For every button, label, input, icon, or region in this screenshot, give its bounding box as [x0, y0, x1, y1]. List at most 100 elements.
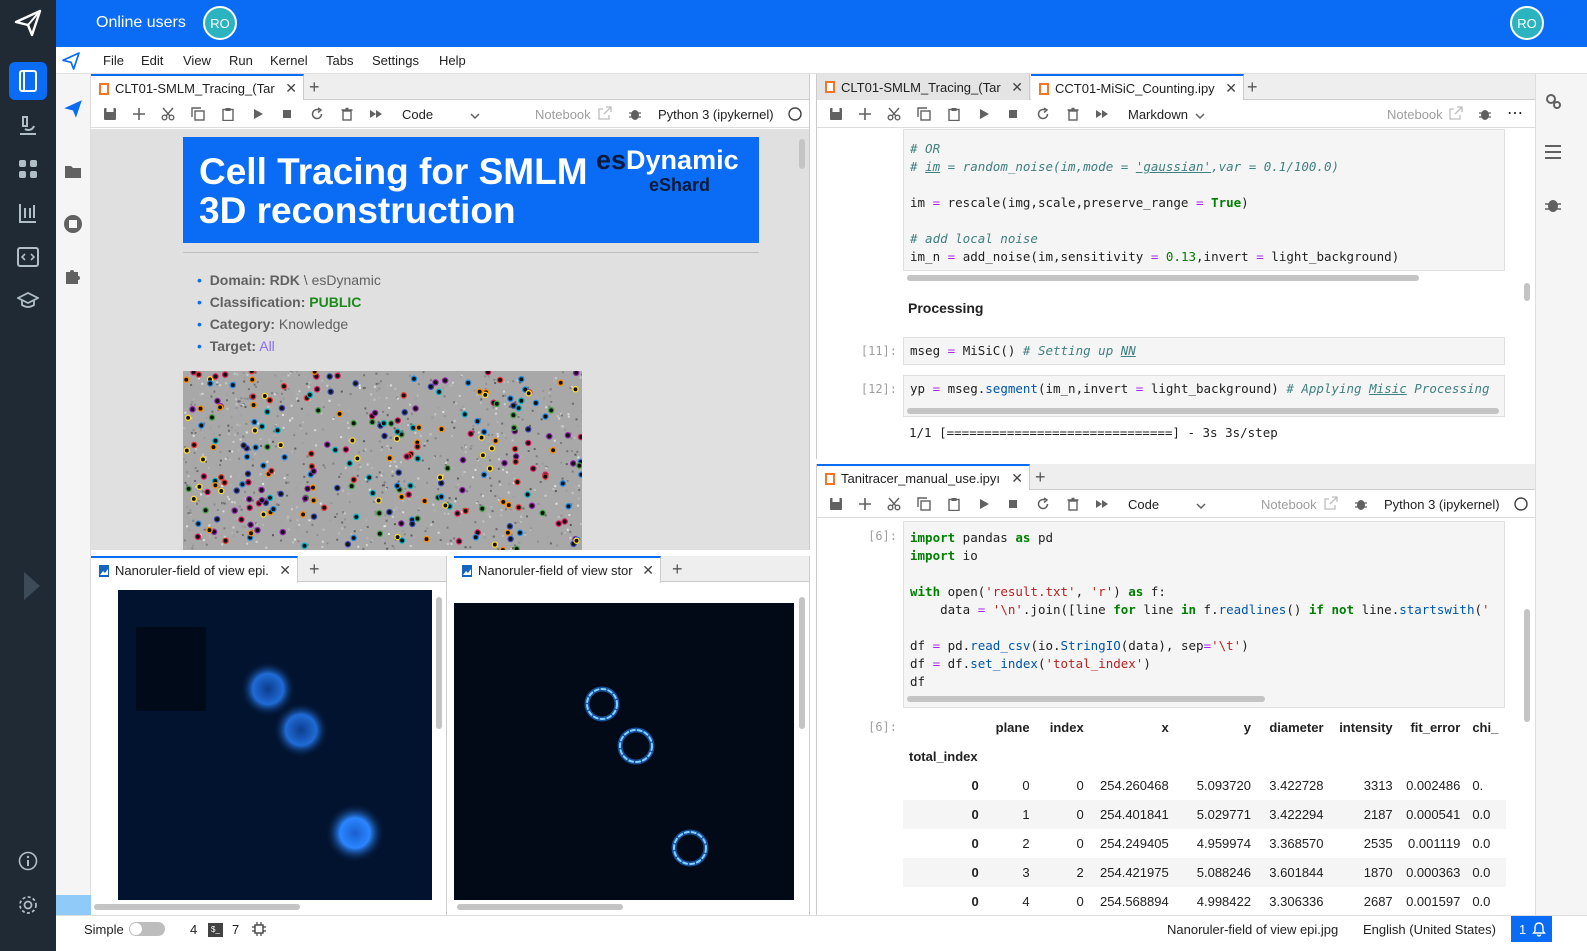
notebook-icon[interactable]: [9, 62, 47, 100]
paste-icon[interactable]: [947, 497, 961, 511]
close-icon[interactable]: ✕: [285, 80, 297, 97]
kernel-name[interactable]: Python 3 (ipykernel): [658, 107, 774, 122]
save-icon[interactable]: [829, 107, 843, 121]
close-icon[interactable]: ✕: [1011, 470, 1023, 487]
trash-icon[interactable]: [1066, 107, 1080, 121]
vertical-scrollbar[interactable]: [1524, 283, 1530, 301]
tab-nanoruler-epi[interactable]: Nanoruler-field of view epi. ✕: [91, 556, 298, 583]
horizontal-scrollbar[interactable]: [94, 904, 300, 910]
cell-type-select[interactable]: Code: [402, 107, 433, 122]
run-icon[interactable]: [251, 107, 265, 121]
menu-edit[interactable]: Edit: [141, 53, 163, 68]
paste-icon[interactable]: [221, 107, 235, 121]
trash-icon[interactable]: [1066, 497, 1080, 511]
chevron-down-icon[interactable]: [468, 109, 482, 123]
table-of-contents-icon[interactable]: [1544, 144, 1562, 160]
stop-icon[interactable]: [1006, 497, 1020, 511]
copy-icon[interactable]: [191, 107, 205, 121]
vertical-scrollbar[interactable]: [1524, 609, 1530, 722]
extension-puzzle-icon[interactable]: [64, 267, 82, 285]
code-cell-read-csv[interactable]: import pandas as pd import io with open(…: [903, 521, 1505, 708]
new-tab-plus-icon[interactable]: +: [1247, 77, 1258, 98]
new-tab-plus-icon[interactable]: +: [672, 559, 683, 580]
chevron-down-icon[interactable]: [1194, 499, 1208, 513]
notebook-label[interactable]: Notebook: [1387, 107, 1443, 122]
settings-gear-icon[interactable]: [9, 886, 47, 924]
more-options-icon[interactable]: ⋯: [1507, 103, 1523, 123]
menu-kernel[interactable]: Kernel: [270, 53, 308, 68]
tab-cct01-misic[interactable]: CCT01-MiSiC_Counting.ipy ✕: [1031, 74, 1244, 101]
app-logo-icon[interactable]: [13, 8, 43, 38]
save-icon[interactable]: [829, 497, 843, 511]
menu-help[interactable]: Help: [439, 53, 466, 68]
target-link[interactable]: All: [256, 338, 275, 354]
notifications-button[interactable]: 1: [1511, 916, 1552, 942]
save-icon[interactable]: [103, 107, 117, 121]
add-cell-icon[interactable]: [858, 107, 872, 121]
debugger-icon[interactable]: [1478, 107, 1492, 121]
new-tab-plus-icon[interactable]: +: [309, 77, 320, 98]
fast-forward-icon[interactable]: [1095, 107, 1109, 121]
close-icon[interactable]: ✕: [279, 562, 291, 579]
microscope-icon[interactable]: [9, 106, 47, 144]
external-link-icon[interactable]: [1324, 496, 1338, 510]
code-cell-misic-setup[interactable]: mseg = MiSiC() # Setting up NN: [903, 337, 1505, 365]
display-language[interactable]: English (United States): [1363, 922, 1496, 937]
code-window-icon[interactable]: [9, 238, 47, 276]
new-tab-plus-icon[interactable]: +: [1035, 467, 1046, 488]
account-avatar[interactable]: RO: [1510, 6, 1544, 40]
simple-mode-toggle[interactable]: [129, 922, 165, 936]
tab-nanoruler-storm[interactable]: Nanoruler-field of view stor ✕: [454, 556, 661, 583]
stop-icon[interactable]: [280, 107, 294, 121]
restart-icon[interactable]: [1036, 107, 1050, 121]
horizontal-scrollbar[interactable]: [907, 275, 1419, 281]
fast-forward-icon[interactable]: [369, 107, 383, 121]
debugger-icon[interactable]: [628, 107, 642, 121]
debugger-bug-icon[interactable]: [1544, 196, 1562, 214]
kernel-count[interactable]: 4: [190, 922, 197, 937]
chart-icon[interactable]: [9, 194, 47, 232]
copy-icon[interactable]: [917, 107, 931, 121]
menu-run[interactable]: Run: [229, 53, 253, 68]
menu-tabs[interactable]: Tabs: [326, 53, 353, 68]
close-icon[interactable]: ✕: [1011, 79, 1023, 96]
paste-icon[interactable]: [947, 107, 961, 121]
graduation-cap-icon[interactable]: [9, 282, 47, 320]
property-inspector-icon[interactable]: [1544, 92, 1562, 110]
horizontal-scrollbar[interactable]: [457, 904, 623, 910]
cpu-chip-icon[interactable]: [252, 922, 266, 936]
notebook-label[interactable]: Notebook: [535, 107, 591, 122]
esdynamic-icon[interactable]: [62, 98, 84, 120]
copy-icon[interactable]: [917, 497, 931, 511]
horizontal-scrollbar[interactable]: [907, 696, 1265, 702]
vertical-scrollbar[interactable]: [436, 597, 442, 729]
menu-view[interactable]: View: [183, 53, 211, 68]
tab-clt01-smlm[interactable]: CLT01-SMLM_Tracing_(Tar ✕: [91, 74, 304, 101]
add-cell-icon[interactable]: [132, 107, 146, 121]
new-tab-plus-icon[interactable]: +: [309, 559, 320, 580]
folder-icon[interactable]: [64, 164, 82, 179]
menu-file[interactable]: File: [103, 53, 124, 68]
stop-icon[interactable]: [1006, 107, 1020, 121]
user-avatar[interactable]: RO: [203, 6, 237, 40]
kernel-name[interactable]: Python 3 (ipykernel): [1384, 497, 1500, 512]
external-link-icon[interactable]: [598, 106, 612, 120]
restart-icon[interactable]: [310, 107, 324, 121]
horizontal-scrollbar[interactable]: [907, 408, 1499, 414]
terminal-count[interactable]: 7: [232, 922, 239, 937]
running-stop-icon[interactable]: [63, 214, 83, 234]
run-icon[interactable]: [977, 107, 991, 121]
run-icon[interactable]: [977, 497, 991, 511]
cell-type-select[interactable]: Code: [1128, 497, 1159, 512]
notebook-label[interactable]: Notebook: [1261, 497, 1317, 512]
restart-icon[interactable]: [1036, 497, 1050, 511]
cut-icon[interactable]: [161, 107, 175, 121]
info-icon[interactable]: [9, 842, 47, 880]
apps-icon[interactable]: [9, 150, 47, 188]
debugger-icon[interactable]: [1354, 497, 1368, 511]
tab-tanitracer[interactable]: Tanitracer_manual_use.ipyı ✕: [817, 464, 1030, 491]
close-icon[interactable]: ✕: [1225, 80, 1237, 97]
menu-settings[interactable]: Settings: [372, 53, 419, 68]
terminal-icon[interactable]: $_: [208, 923, 223, 937]
trash-icon[interactable]: [340, 107, 354, 121]
